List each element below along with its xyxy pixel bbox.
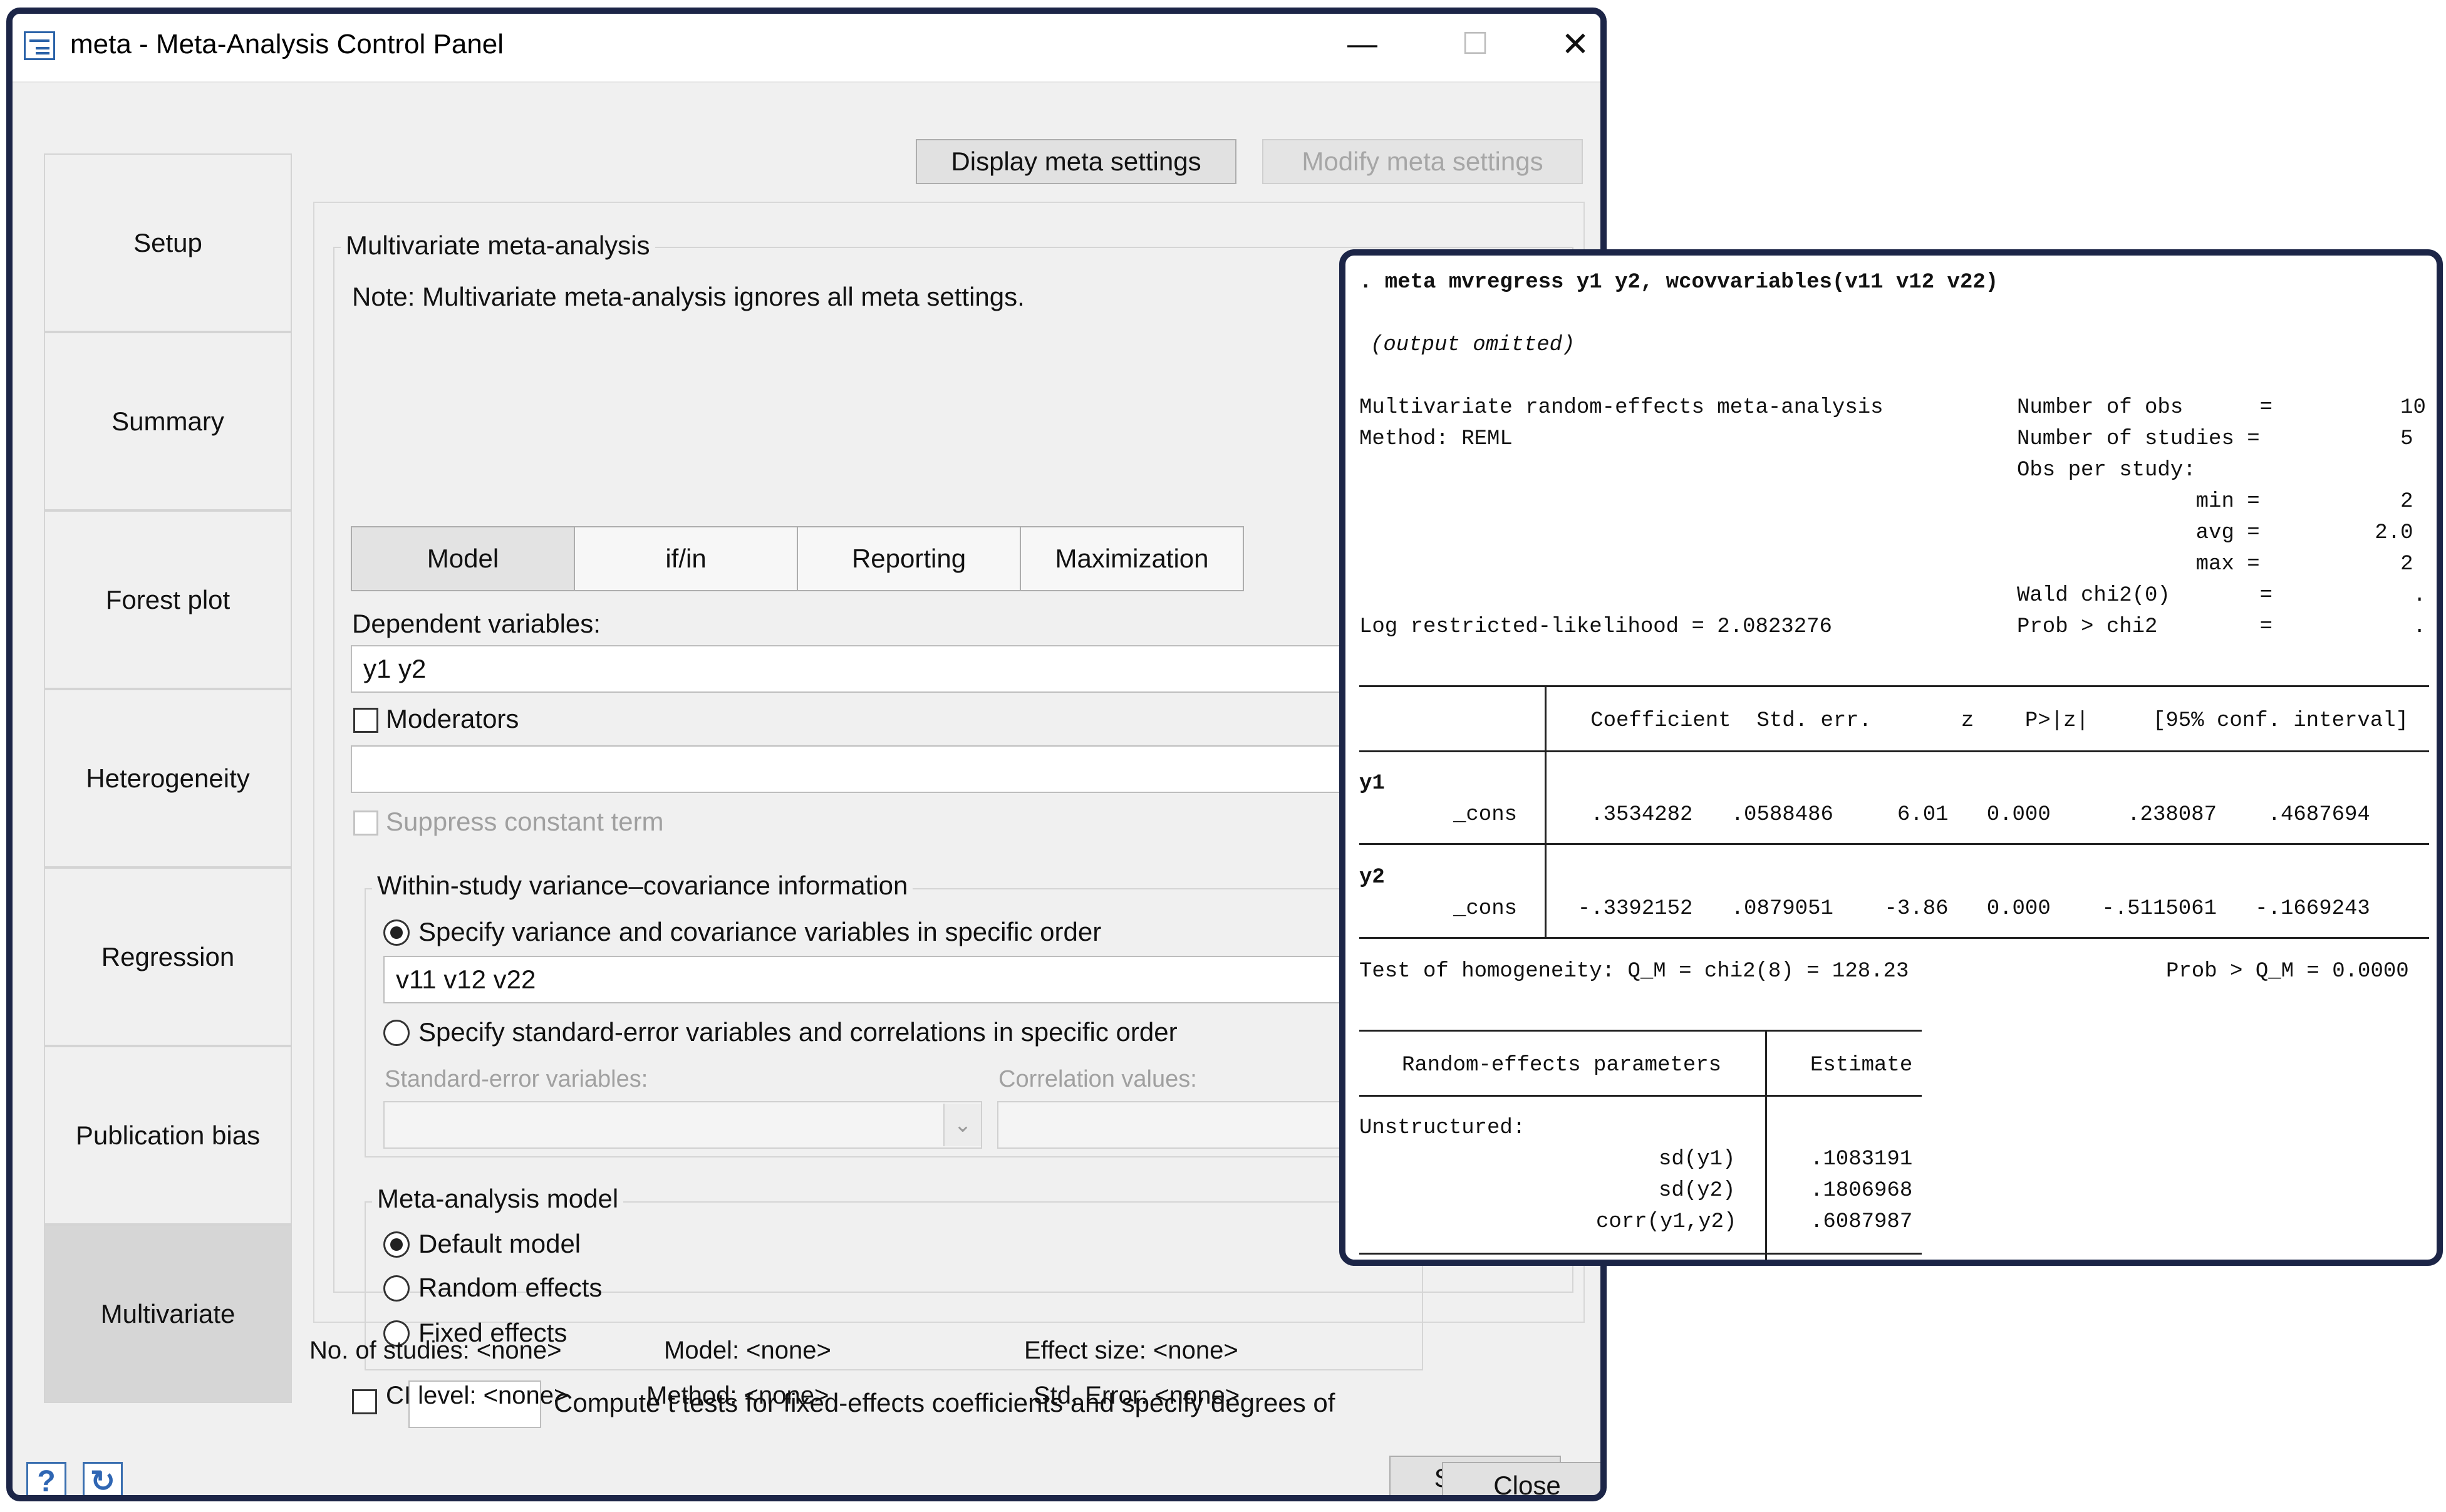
app-icon	[24, 31, 55, 60]
row-y1-values: .3534282 .0588486 6.01 0.000 .238087 .46…	[1552, 803, 2370, 827]
nav-multivariate[interactable]: Multivariate	[44, 1225, 292, 1403]
maximize-button[interactable]: ☐	[1447, 23, 1503, 66]
random-effects-label: Random effects	[418, 1273, 603, 1302]
radio-random-effects[interactable]	[383, 1275, 410, 1302]
nav-forest-plot[interactable]: Forest plot	[44, 510, 292, 689]
moderators-label: Moderators	[386, 704, 519, 733]
row-y1-cons: _cons	[1453, 803, 1518, 827]
close-window-button[interactable]: ✕	[1547, 23, 1600, 66]
stderr-variables-label: Standard-error variables:	[385, 1066, 648, 1092]
re-header-rule	[1359, 1095, 1922, 1097]
header-obs-avg: avg = 2.0	[2017, 521, 2413, 545]
ttest-checkbox[interactable]	[352, 1389, 377, 1414]
table-bottom-rule	[1359, 937, 2429, 939]
re-header-right: Estimate	[1810, 1054, 1913, 1077]
status-model: Model: <none>	[664, 1337, 831, 1364]
nav-regression[interactable]: Regression	[44, 867, 292, 1046]
re-sd-y2-name: sd(y2)	[1659, 1179, 1736, 1203]
tab-maximization[interactable]: Maximization	[1020, 526, 1244, 591]
nav-heterogeneity[interactable]: Heterogeneity	[44, 689, 292, 867]
nav-summary[interactable]: Summary	[44, 332, 292, 510]
re-section-label: Unstructured:	[1359, 1116, 1526, 1140]
radio-specify-stderr[interactable]	[383, 1020, 410, 1046]
header-model-title: Multivariate random-effects meta-analysi…	[1359, 396, 1884, 420]
help-icon[interactable]: ?	[26, 1462, 66, 1495]
radio-specify-variance[interactable]	[383, 919, 410, 946]
within-study-group-title: Within-study variance–covariance informa…	[372, 871, 913, 901]
suppress-constant-checkbox	[353, 810, 378, 836]
status-studies: No. of studies: <none>	[309, 1337, 562, 1364]
header-wald: Wald chi2(0) = .	[2017, 584, 2426, 608]
re-sd-y1-value: .1083191	[1810, 1147, 1913, 1171]
display-meta-settings-button[interactable]: Display meta settings	[916, 139, 1236, 184]
table-header-rule	[1359, 750, 2429, 752]
dependent-variables-label: Dependent variables:	[352, 609, 601, 638]
table-top-rule	[1359, 685, 2429, 687]
close-button[interactable]: Close	[1442, 1462, 1600, 1495]
results-output-window: . meta mvregress y1 y2, wcovvariables(v1…	[1339, 249, 2443, 1266]
header-prob-chi2: Prob > chi2 = .	[2017, 615, 2426, 639]
tab-model[interactable]: Model	[351, 526, 575, 591]
re-sd-y2-value: .1806968	[1810, 1179, 1913, 1203]
command-line: . meta mvregress y1 y2, wcovvariables(v1…	[1359, 271, 1999, 294]
stderr-variables-combo	[383, 1101, 982, 1149]
sidebar-nav: Setup Summary Forest plot Heterogeneity …	[44, 153, 293, 1403]
status-std-error: Std. Error: <none>	[1034, 1382, 1240, 1409]
window-title: meta - Meta-Analysis Control Panel	[70, 29, 504, 60]
minimize-button[interactable]: —	[1334, 23, 1391, 66]
nav-setup[interactable]: Setup	[44, 153, 292, 332]
header-obs-max: max = 2	[2017, 552, 2413, 576]
re-header-left: Random-effects parameters	[1402, 1054, 1722, 1077]
multivariate-group-title: Multivariate meta-analysis	[341, 230, 655, 261]
header-obs-min: min = 2	[2017, 490, 2413, 514]
row-y2-cons: _cons	[1453, 897, 1518, 921]
title-bar: meta - Meta-Analysis Control Panel — ☐ ✕	[13, 14, 1600, 83]
nav-publication-bias[interactable]: Publication bias	[44, 1046, 292, 1225]
header-method: Method: REML	[1359, 427, 1513, 451]
status-effect-size: Effect size: <none>	[1024, 1337, 1238, 1364]
row-y2-values: -.3392152 .0879051 -3.86 0.000 -.5115061…	[1552, 897, 2370, 921]
suppress-constant-label: Suppress constant term	[386, 807, 664, 836]
eq-y2: y2	[1359, 866, 1385, 889]
chevron-down-icon: ⌄	[943, 1104, 981, 1146]
re-corr-value: .6087987	[1810, 1210, 1913, 1234]
log-likelihood: Log restricted-likelihood = 2.0823276	[1359, 615, 1832, 639]
multivariate-note: Note: Multivariate meta-analysis ignores…	[352, 282, 1025, 311]
correlation-values-label: Correlation values:	[998, 1066, 1197, 1092]
tab-reporting[interactable]: Reporting	[797, 526, 1021, 591]
moderators-checkbox[interactable]	[353, 708, 378, 733]
radio-default-model[interactable]	[383, 1231, 410, 1258]
header-obs-per-study: Obs per study:	[2017, 458, 2196, 482]
dependent-variables-input[interactable]: y1 y2	[351, 645, 1391, 693]
re-separator	[1765, 1030, 1767, 1260]
header-num-obs: Number of obs = 10	[2017, 396, 2426, 420]
output-omitted: (output omitted)	[1371, 333, 1575, 357]
refresh-icon[interactable]: ↻	[83, 1462, 123, 1495]
re-bottom-rule	[1359, 1253, 1922, 1255]
homogeneity-test: Test of homogeneity: Q_M = chi2(8) = 128…	[1359, 960, 1909, 983]
moderators-input[interactable]	[351, 745, 1391, 793]
modify-meta-settings-button: Modify meta settings	[1262, 139, 1583, 184]
homogeneity-prob: Prob > Q_M = 0.0000	[2166, 960, 2409, 983]
header-num-studies: Number of studies = 5	[2017, 427, 2413, 451]
status-method: Method: <none>	[646, 1382, 829, 1409]
default-model-label: Default model	[418, 1229, 581, 1258]
radio-specify-variance-label: Specify variance and covariance variable…	[418, 917, 1102, 946]
eq-y1: y1	[1359, 772, 1385, 795]
re-top-rule	[1359, 1030, 1922, 1032]
table-separator	[1545, 685, 1547, 937]
radio-specify-stderr-label: Specify standard-error variables and cor…	[418, 1017, 1178, 1047]
meta-analysis-model-group-title: Meta-analysis model	[372, 1184, 624, 1214]
table-header: Coefficient Std. err. z P>|z| [95% conf.…	[1552, 709, 2409, 733]
tab-if-in[interactable]: if/in	[574, 526, 798, 591]
correlation-values-input	[997, 1101, 1398, 1149]
re-sd-y1-name: sd(y1)	[1659, 1147, 1736, 1171]
variance-variables-input[interactable]: v11 v12 v22	[383, 956, 1398, 1003]
table-mid-rule	[1359, 843, 2429, 845]
status-ci-level: CI level: <none>	[386, 1382, 569, 1409]
re-corr-name: corr(y1,y2)	[1596, 1210, 1737, 1234]
